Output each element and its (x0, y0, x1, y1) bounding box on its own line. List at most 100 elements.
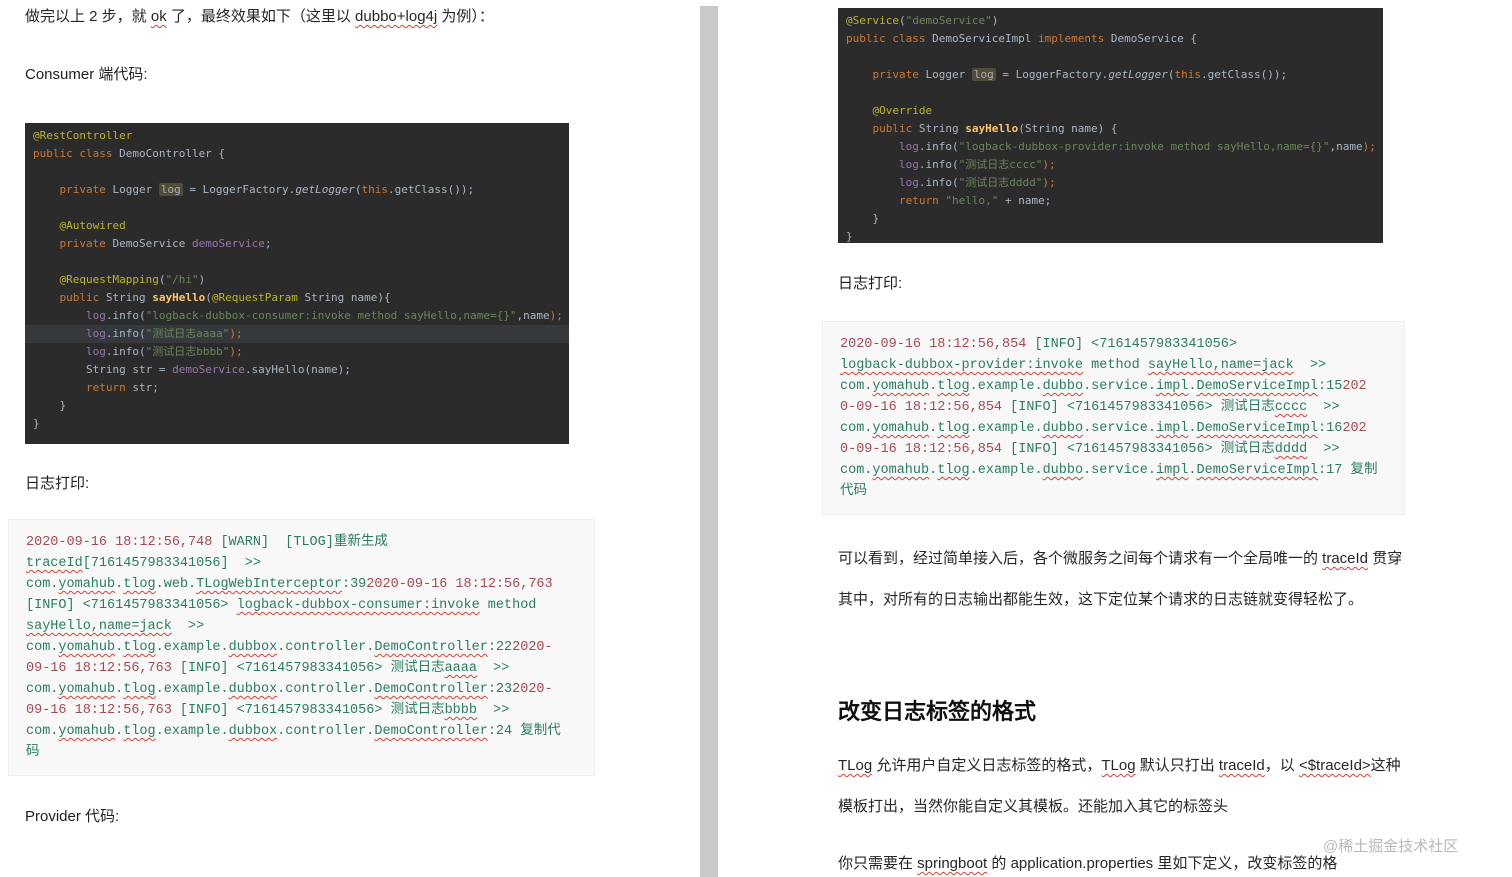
text-segment: + name; (998, 194, 1052, 207)
text-segment: getLogger (295, 183, 355, 196)
text-segment: DemoController (374, 724, 488, 739)
text-segment: .example. (155, 640, 229, 655)
text-segment: 09-16 18:12:56,763 (26, 703, 172, 718)
code-line: log.info("测试日志aaaa"); (25, 325, 569, 343)
text-segment: [INFO] <7161457983341056> 测试日志 (1002, 442, 1275, 457)
text-segment: implements (1038, 32, 1111, 45)
text-segment: ); (229, 327, 243, 340)
text-segment: yomahub (58, 682, 116, 697)
text-segment: DemoServiceImpl (932, 32, 1039, 45)
code-line: public String sayHello(String name) { (838, 120, 1383, 138)
copy-code-button[interactable]: 复制代 (520, 724, 561, 739)
text-segment: .info( (918, 158, 959, 171)
consumer-log-block: 2020-09-16 18:12:56,748 [WARN] [TLOG]重新生… (8, 519, 595, 776)
text-segment: bbbb (444, 703, 477, 718)
text-segment (846, 140, 899, 153)
text-segment (33, 273, 60, 286)
text-segment: public class (33, 147, 120, 160)
text-segment: dubbo (1042, 421, 1084, 436)
text-segment: ( (1167, 68, 1175, 81)
text-segment: DemoController (374, 640, 488, 655)
text-segment (33, 345, 86, 358)
text-segment: . (1188, 421, 1197, 436)
text-segment: tlog (123, 577, 156, 592)
code-line: @Autowired (25, 217, 569, 235)
text-segment: yomahub (872, 421, 930, 436)
code-line: } (25, 415, 569, 433)
code-line: return "hello," + name; (838, 192, 1383, 210)
log-print-label-left: 日志打印: (25, 475, 90, 492)
text-segment: 09-16 18:12:56,763 (26, 661, 172, 676)
provider-log-block: 2020-09-16 18:12:56,854 [INFO] <71614579… (822, 321, 1405, 515)
text-segment: return (85, 381, 133, 394)
text-segment: logback-dubbox-consumer:invoke (236, 598, 480, 613)
code-line: } (838, 228, 1383, 243)
text-segment: [INFO] <7161457983341056> (26, 598, 237, 613)
text-segment: sayHello (152, 291, 206, 304)
text-segment: log (971, 68, 996, 81)
text-segment: :22 (487, 640, 513, 655)
text-segment: [WARN] [TLOG]重新生成 (212, 535, 388, 550)
log-line: 码 (9, 742, 594, 763)
text-segment: = LoggerFactory. (182, 183, 296, 196)
code-line: public class DemoController { (25, 145, 569, 163)
text-segment: DemoServiceImpl (1196, 421, 1319, 436)
text-segment: 2020-09-16 18:12:56,748 (26, 535, 213, 550)
text-segment: private (59, 237, 113, 250)
log-line: 09-16 18:12:56,763 [INFO] <7161457983341… (9, 658, 594, 679)
text-segment: 可以看到，经过简单接入后，各个微服务之间每个请求有一个全局唯一的 (838, 550, 1323, 567)
copy-code-button[interactable]: 代码 (840, 484, 867, 499)
text-segment: this (1174, 68, 1202, 81)
text-segment: .service. (1083, 421, 1156, 436)
page-divider (700, 6, 718, 877)
text-segment: tlog (937, 379, 970, 394)
text-segment: <$traceId> (1298, 757, 1371, 774)
text-segment: 0-09-16 18:12:56,854 (840, 442, 1003, 457)
code-line: log.info("测试日志bbbb"); (25, 343, 569, 361)
text-segment: getLogger (1108, 68, 1168, 81)
log-line: 代码 (823, 481, 1404, 502)
text-segment: demoService (191, 237, 265, 250)
text-segment: log (898, 158, 919, 171)
text-segment: ,name (516, 309, 550, 322)
text-segment: dubbo (1042, 379, 1084, 394)
code-line: @Override (838, 102, 1383, 120)
log-line: com.yomahub.tlog.example.dubbox.controll… (9, 679, 594, 700)
text-segment: public class (846, 32, 933, 45)
text-segment: tlog (123, 682, 156, 697)
log-line: com.yomahub.tlog.example.dubbox.controll… (9, 721, 594, 742)
text-segment: impl (1156, 463, 1189, 478)
text-segment: TLog (838, 757, 873, 774)
text-segment: str; (132, 381, 159, 394)
text-segment (33, 237, 60, 250)
text-segment: "测试日志aaaa" (145, 327, 230, 340)
text-segment (846, 194, 899, 207)
text-segment: .sayHello(name); (244, 363, 351, 376)
copy-code-button[interactable]: 码 (26, 745, 40, 760)
code-line: log.info("logback-dubbox-provider:invoke… (838, 138, 1383, 156)
text-segment: this (361, 183, 389, 196)
log-line: com.yomahub.tlog.example.dubbox.controll… (9, 637, 594, 658)
code-line: log.info("logback-dubbox-consumer:invoke… (25, 307, 569, 325)
text-segment: ( (205, 291, 212, 304)
text-segment: String name){ (297, 291, 391, 304)
text-segment: String (918, 122, 966, 135)
text-segment: 你只需要在 (838, 855, 918, 872)
log-line: [INFO] <7161457983341056> logback-dubbox… (9, 595, 594, 616)
text-segment: . (1188, 379, 1197, 394)
text-segment: traceId (1218, 757, 1265, 774)
text-segment: @Autowired (59, 219, 126, 232)
text-segment: .controller. (277, 640, 375, 655)
text-segment: .info( (918, 176, 959, 189)
text-segment (33, 309, 86, 322)
text-segment: String str = (33, 363, 173, 376)
text-segment: 默认只打出 (1135, 757, 1219, 774)
copy-code-button[interactable]: 复制 (1350, 463, 1377, 478)
text-segment: method (479, 598, 537, 613)
text-segment: "测试日志bbbb" (145, 345, 230, 358)
log-print-label-right: 日志打印: (838, 275, 903, 292)
text-segment: :15 (1318, 379, 1343, 394)
text-segment: } (33, 399, 67, 412)
consumer-code-block: @RestController public class DemoControll… (25, 123, 569, 444)
